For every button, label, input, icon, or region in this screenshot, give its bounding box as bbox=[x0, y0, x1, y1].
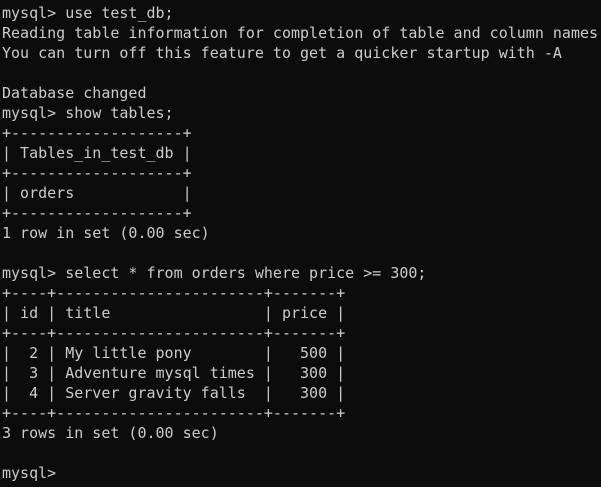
command-line-select-orders: mysql> select * from orders where price … bbox=[2, 264, 427, 282]
table-border: +-------------------+ bbox=[2, 124, 192, 142]
terminal-console[interactable]: mysql> use test_db; Reading table inform… bbox=[2, 3, 601, 487]
info-message-reading-tables: Reading table information for completion… bbox=[2, 24, 599, 42]
command-line-use-db: mysql> use test_db; bbox=[2, 4, 174, 22]
table-border: +----+-----------------------+-------+ bbox=[2, 284, 346, 302]
info-message-startup-hint: You can turn off this feature to get a q… bbox=[2, 44, 562, 62]
table-row: | 4 | Server gravity falls | 300 | bbox=[2, 384, 346, 402]
result-summary: 1 row in set (0.00 sec) bbox=[2, 224, 210, 242]
table-header-row: | Tables_in_test_db | bbox=[2, 144, 192, 162]
table-border: +----+-----------------------+-------+ bbox=[2, 404, 346, 422]
result-summary: 3 rows in set (0.00 sec) bbox=[2, 424, 219, 442]
command-line-show-tables: mysql> show tables; bbox=[2, 104, 174, 122]
table-header-row: | id | title | price | bbox=[2, 304, 346, 322]
table-row: | 3 | Adventure mysql times | 300 | bbox=[2, 364, 346, 382]
table-row: | 2 | My little pony | 500 | bbox=[2, 344, 346, 362]
table-border: +-------------------+ bbox=[2, 204, 192, 222]
table-border: +-------------------+ bbox=[2, 164, 192, 182]
status-message-db-changed: Database changed bbox=[2, 84, 147, 102]
table-border: +----+-----------------------+-------+ bbox=[2, 324, 346, 342]
table-row: | orders | bbox=[2, 184, 192, 202]
command-prompt[interactable]: mysql> bbox=[2, 463, 601, 483]
